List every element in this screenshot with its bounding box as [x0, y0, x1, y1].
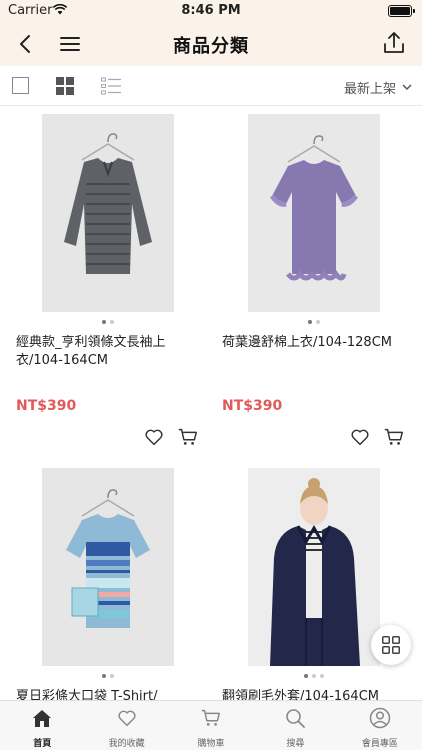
- product-name[interactable]: 經典款_亨利領條文長袖上衣/104-164CM: [16, 334, 206, 370]
- add-to-cart-icon[interactable]: [177, 426, 199, 448]
- product-card[interactable]: 荷葉邊舒棉上衣/104-128CM NT$390: [206, 106, 412, 451]
- bottom-tab-bar: 首頁 我的收藏 購物車 搜尋 會員專區: [0, 700, 422, 750]
- page-title: 商品分類: [173, 36, 249, 57]
- heart-icon: [118, 710, 136, 727]
- tab-home[interactable]: 首頁: [0, 701, 84, 750]
- view-toolbar: 最新上架: [0, 66, 422, 106]
- chevron-down-icon: [402, 84, 412, 91]
- tab-search[interactable]: 搜尋: [253, 701, 337, 750]
- product-image[interactable]: [248, 114, 380, 312]
- product-image[interactable]: [248, 468, 380, 666]
- image-pager: [42, 320, 174, 324]
- add-to-cart-icon[interactable]: [383, 426, 405, 448]
- clock: 8:46 PM: [181, 3, 241, 18]
- image-pager: [248, 320, 380, 324]
- product-price: NT$390: [222, 398, 283, 414]
- tab-favorites[interactable]: 我的收藏: [84, 701, 168, 750]
- quick-menu-button[interactable]: [371, 625, 411, 665]
- image-pager: [248, 674, 380, 678]
- status-bar: Carrier 8:46 PM: [0, 0, 422, 22]
- product-card[interactable]: 翻領刷毛外套/104-164CM: [206, 460, 412, 704]
- share-icon[interactable]: [380, 29, 408, 57]
- product-card[interactable]: 夏日彩條大口袋 T-Shirt/: [0, 460, 206, 704]
- tab-label: 購物車: [197, 739, 225, 749]
- tab-cart[interactable]: 購物車: [169, 701, 253, 750]
- product-card[interactable]: 經典款_亨利領條文長袖上衣/104-164CM NT$390: [0, 106, 206, 451]
- tab-label: 會員專區: [361, 739, 398, 749]
- tab-member[interactable]: 會員專區: [338, 701, 422, 750]
- tab-label: 我的收藏: [108, 739, 145, 749]
- tab-label: 首頁: [33, 739, 52, 749]
- single-view-icon[interactable]: [12, 77, 29, 94]
- tab-label: 搜尋: [286, 739, 305, 749]
- heart-icon[interactable]: [143, 426, 165, 448]
- home-icon: [33, 710, 52, 727]
- nav-bar: 商品分類: [0, 22, 422, 66]
- product-image[interactable]: [42, 468, 174, 666]
- product-image[interactable]: [42, 114, 174, 312]
- grid-view-icon[interactable]: [56, 77, 74, 95]
- apps-grid-icon: [382, 636, 400, 654]
- search-icon: [286, 709, 306, 728]
- heart-icon[interactable]: [349, 426, 371, 448]
- product-price: NT$390: [16, 398, 77, 414]
- product-name[interactable]: 荷葉邊舒棉上衣/104-128CM: [222, 334, 412, 352]
- image-pager: [42, 674, 174, 678]
- cart-icon: [201, 709, 220, 726]
- user-icon: [369, 707, 391, 729]
- sort-dropdown[interactable]: 最新上架: [344, 78, 412, 97]
- sort-label: 最新上架: [343, 82, 396, 97]
- list-view-icon[interactable]: [101, 77, 121, 95]
- battery-icon: [388, 5, 415, 17]
